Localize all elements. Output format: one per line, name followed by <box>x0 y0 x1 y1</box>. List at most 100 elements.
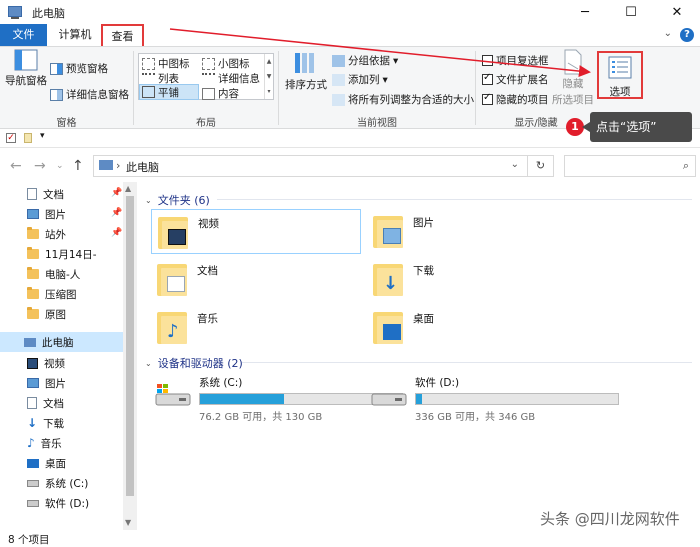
section-header-drives[interactable]: ⌄ 设备和驱动器 (2) <box>145 355 243 371</box>
scroll-up-icon[interactable]: ▲ <box>125 184 131 193</box>
nav-item-documents[interactable]: 文档 <box>27 393 64 413</box>
nav-item-folder[interactable]: 电脑-人 <box>27 264 80 284</box>
hide-selected-icon <box>564 49 582 75</box>
folder-tile-pictures[interactable]: 图片 <box>367 209 577 254</box>
tab-computer[interactable]: 计算机 <box>51 24 99 46</box>
nav-item-folder[interactable]: 站外 <box>27 224 66 244</box>
section-divider <box>242 362 692 363</box>
ribbon-collapse-icon[interactable]: ⌄ <box>664 28 672 39</box>
nav-item-software-drive[interactable]: 软件 (D:) <box>27 493 89 513</box>
folder-tile-videos[interactable]: 视频 <box>151 209 361 254</box>
folder-tile-documents[interactable]: 文档 <box>151 257 361 302</box>
item-check-boxes-toggle[interactable]: 项目复选框 <box>482 53 549 68</box>
refresh-icon[interactable]: ↻ <box>527 156 553 176</box>
file-extensions-checkbox[interactable] <box>482 72 493 85</box>
layout-option-medium-icons[interactable]: 中图标 <box>142 56 190 71</box>
folder-tile-music[interactable]: ♪ 音乐 <box>151 305 361 350</box>
recent-locations-icon[interactable]: ⌄ <box>56 161 64 171</box>
content-icon <box>202 87 215 100</box>
layout-option-tiles[interactable]: 平铺 <box>139 84 199 100</box>
search-input[interactable]: ⌕ <box>564 155 696 177</box>
documents-icon <box>27 397 37 409</box>
pin-icon: 📌 <box>111 188 123 198</box>
this-pc-icon <box>8 6 22 19</box>
folder-icon <box>27 267 39 279</box>
size-columns-icon <box>332 93 345 106</box>
maximize-button[interactable]: ☐ <box>608 0 654 24</box>
file-extensions-toggle[interactable]: 文件扩展名 <box>482 72 549 87</box>
medium-icons-icon <box>142 57 155 70</box>
forward-icon[interactable]: → <box>34 158 46 174</box>
this-pc-icon <box>24 337 36 347</box>
pin-icon: 📌 <box>111 228 123 238</box>
layout-option-small-icons[interactable]: 小图标 <box>202 56 250 71</box>
nav-item-folder[interactable]: 11月14日- <box>27 244 97 264</box>
navigation-pane-button[interactable]: 导航窗格 <box>5 49 47 88</box>
drive-tile-software[interactable]: 软件 (D:) 336 GB 可用，共 346 GB <box>371 375 619 423</box>
nav-item-desktop[interactable]: 桌面 <box>27 453 66 473</box>
options-button[interactable]: 选项 <box>597 51 643 99</box>
new-folder-icon[interactable] <box>24 133 32 143</box>
preview-pane-button[interactable]: 预览窗格 <box>50 61 108 76</box>
scrollbar-thumb[interactable] <box>126 196 134 496</box>
folder-tile-downloads[interactable]: ↓ 下载 <box>367 257 577 302</box>
system-drive-icon <box>155 384 191 406</box>
tab-file[interactable]: 文件 <box>0 24 47 46</box>
nav-item-system-drive[interactable]: 系统 (C:) <box>27 473 88 493</box>
nav-item-videos[interactable]: 视频 <box>27 353 65 373</box>
item-check-boxes-checkbox[interactable] <box>482 55 493 66</box>
downloads-icon: ↓ <box>27 416 38 430</box>
minimize-button[interactable]: ─ <box>562 0 608 24</box>
hide-selected-button[interactable]: 隐藏 所选项目 <box>552 49 594 107</box>
videos-folder-icon <box>158 213 188 251</box>
back-icon[interactable]: ← <box>10 158 22 174</box>
nav-item-folder[interactable]: 压缩图 <box>27 284 77 304</box>
nav-item-pictures[interactable]: 图片 <box>27 373 66 393</box>
desktop-folder-icon <box>373 308 403 346</box>
chevron-down-icon: ▾ <box>393 54 399 67</box>
nav-item-this-pc[interactable]: 此电脑 <box>24 332 74 352</box>
watermark: 头条 @四川龙网软件 <box>540 510 680 528</box>
sort-by-button[interactable]: 排序方式 <box>285 51 327 92</box>
layout-gallery-scroll[interactable]: ▲ ▼ ▾ <box>264 54 273 99</box>
window-title: 此电脑 <box>32 7 65 20</box>
layout-option-details[interactable]: 详细信息 <box>202 71 260 86</box>
sort-by-icon <box>295 53 314 73</box>
close-button[interactable]: ✕ <box>654 0 700 24</box>
add-column-icon <box>332 73 345 86</box>
scroll-down-icon[interactable]: ▼ <box>125 518 131 527</box>
nav-item-music[interactable]: ♪ 音乐 <box>27 433 62 453</box>
properties-icon[interactable]: ✓ <box>6 133 16 143</box>
annotation-tooltip: 点击“选项” <box>582 112 692 142</box>
customize-toolbar-icon[interactable]: ▾ <box>40 131 45 141</box>
nav-item-pictures[interactable]: 图片 <box>27 204 66 224</box>
nav-item-downloads[interactable]: ↓ 下载 <box>27 413 64 433</box>
tab-view[interactable]: 查看 <box>101 24 144 46</box>
group-label-current-view: 当前视图 <box>357 118 397 129</box>
folder-icon <box>27 287 39 299</box>
navigation-pane-icon <box>14 49 38 71</box>
details-pane-button[interactable]: 详细信息窗格 <box>50 87 129 102</box>
navigation-pane-label: 导航窗格 <box>5 75 47 87</box>
breadcrumb-this-pc[interactable]: 此电脑 <box>126 159 159 175</box>
address-dropdown-icon[interactable]: ⌄ <box>511 159 519 170</box>
system-drive-icon <box>27 479 39 487</box>
group-by-button[interactable]: 分组依据 ▾ <box>332 53 398 68</box>
address-bar[interactable]: › 此电脑 ⌄ ↻ <box>93 155 554 177</box>
help-icon[interactable]: ? <box>680 28 694 42</box>
folder-tile-desktop[interactable]: 桌面 <box>367 305 577 350</box>
up-icon[interactable]: ↑ <box>72 158 84 174</box>
size-all-columns-button[interactable]: 将所有列调整为合适的大小 <box>332 92 474 107</box>
layout-option-content[interactable]: 内容 <box>202 86 239 101</box>
section-header-folders[interactable]: ⌄ 文件夹 (6) <box>145 192 210 208</box>
add-column-button[interactable]: 添加列 ▾ <box>332 72 388 87</box>
hidden-items-checkbox[interactable] <box>482 92 493 105</box>
drive-tile-system[interactable]: 系统 (C:) 76.2 GB 可用，共 130 GB <box>155 375 403 423</box>
hidden-items-toggle[interactable]: 隐藏的项目 <box>482 92 549 107</box>
item-count: 8 个项目 <box>8 534 50 546</box>
nav-pane-scrollbar[interactable]: ▲ ▼ <box>123 182 137 530</box>
videos-icon <box>27 357 38 369</box>
nav-item-documents[interactable]: 文档 <box>27 184 64 204</box>
nav-item-folder[interactable]: 原图 <box>27 304 66 324</box>
chevron-down-icon: ⌄ <box>145 358 152 368</box>
